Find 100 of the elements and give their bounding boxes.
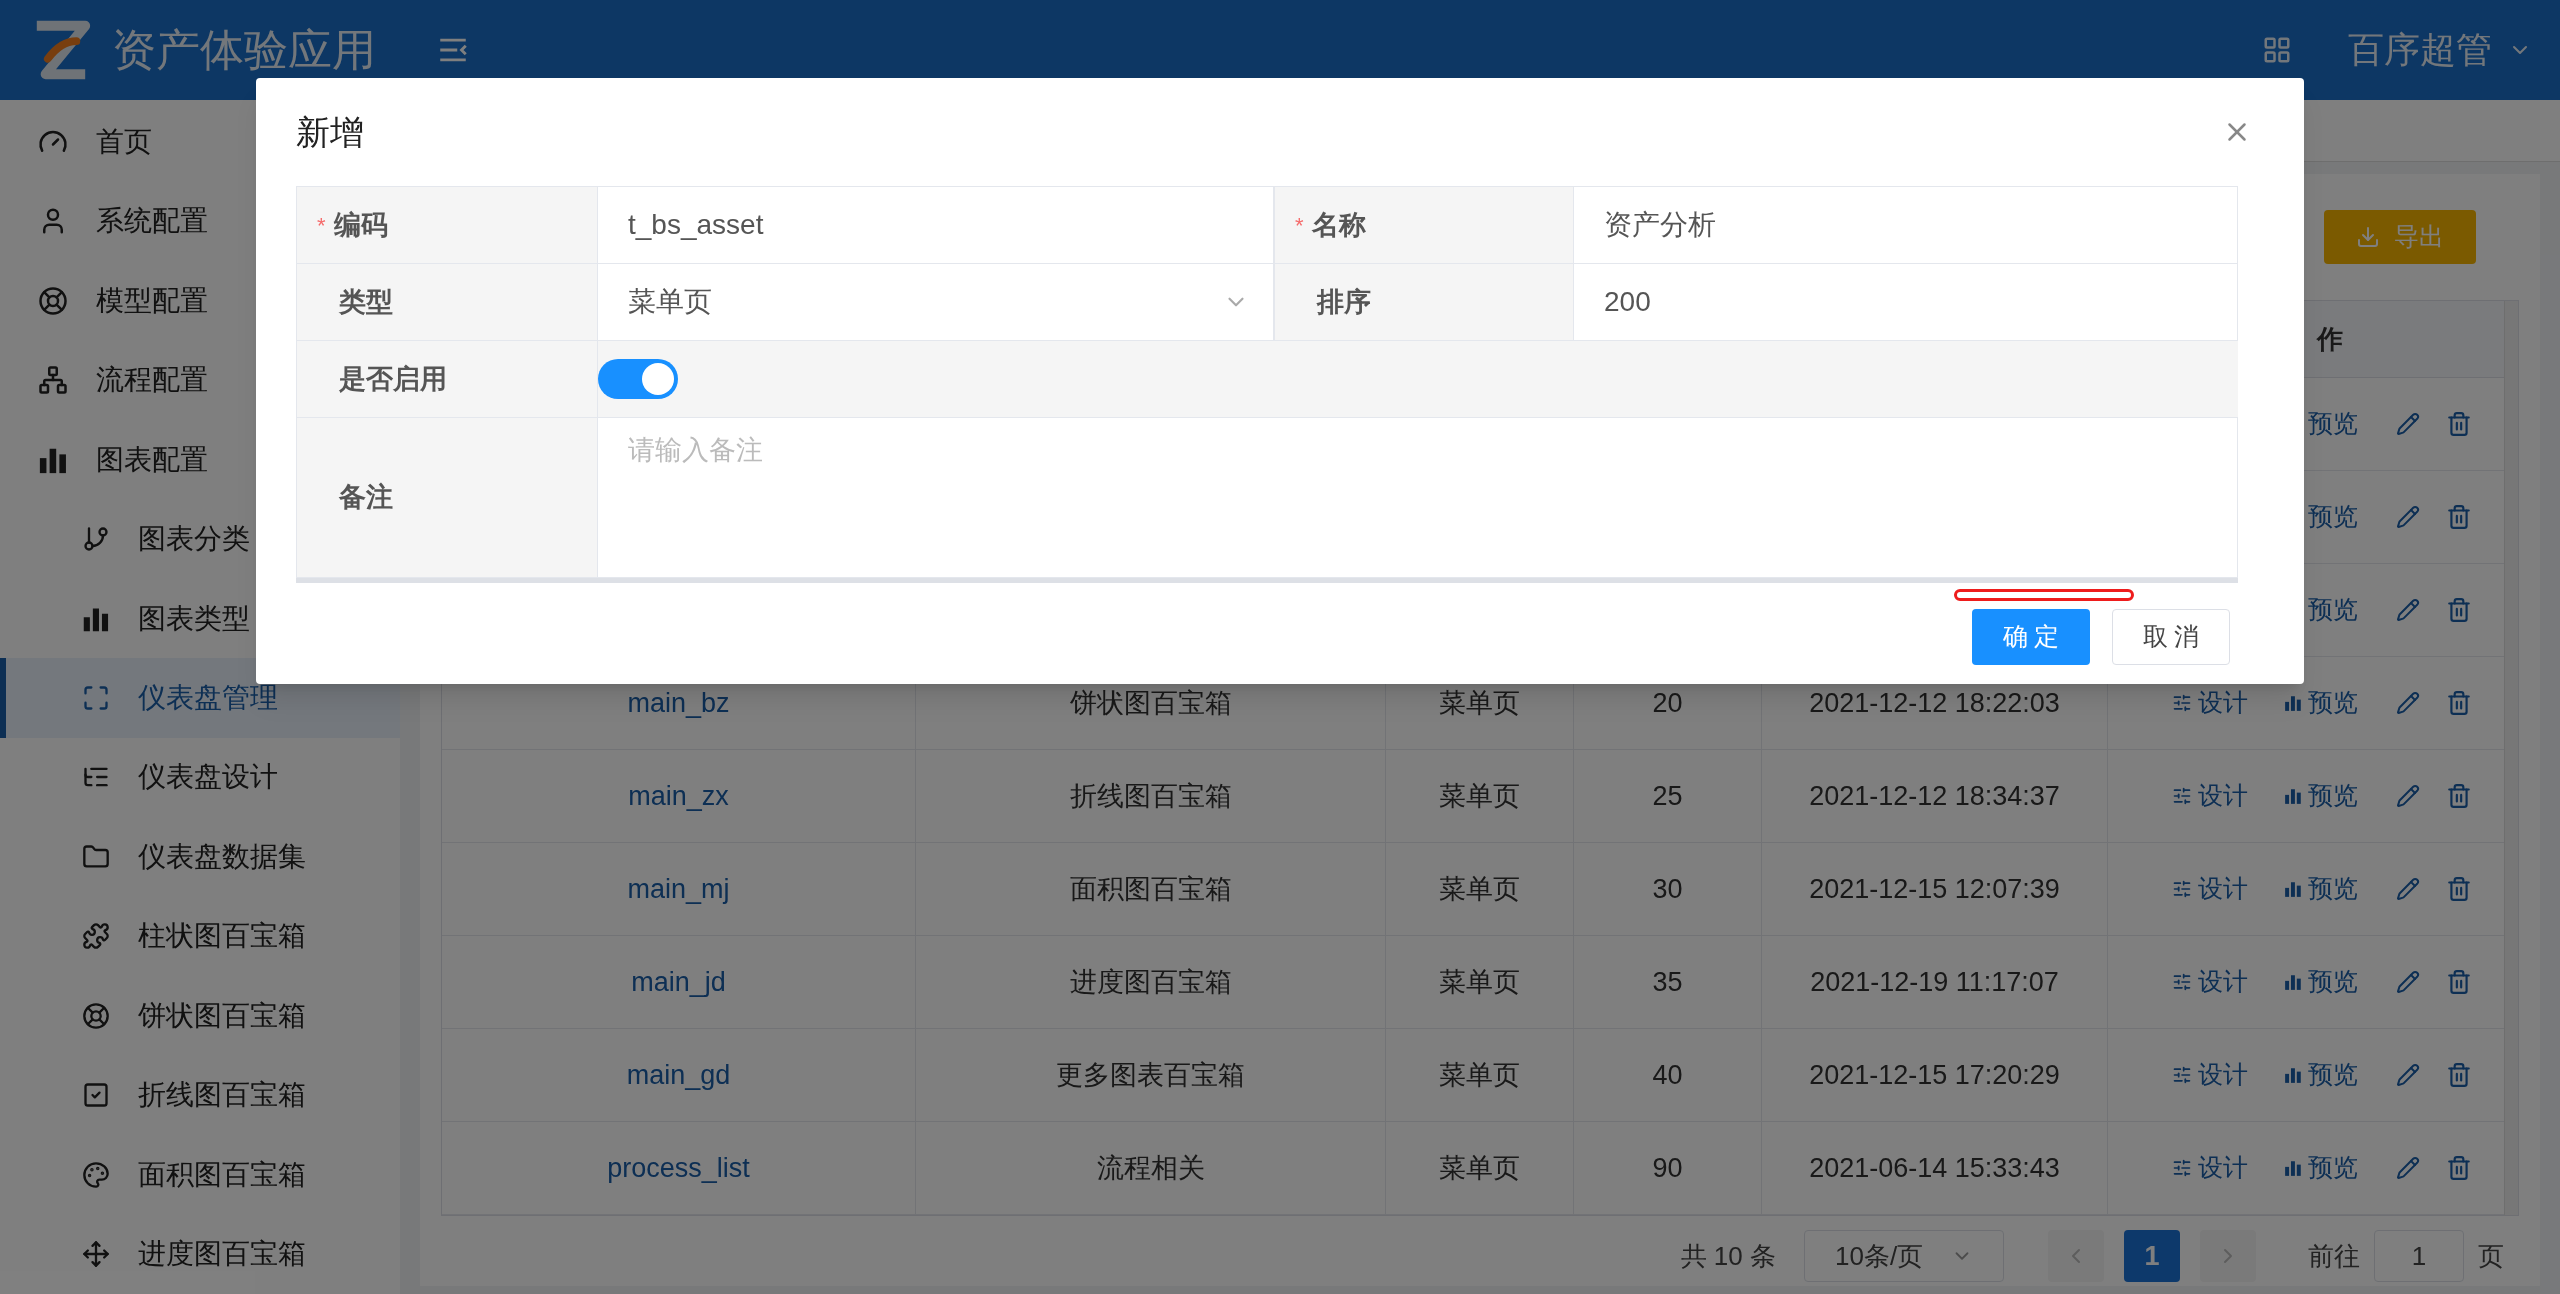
edit-icon[interactable] [2396, 784, 2420, 808]
sliders-icon [2172, 972, 2192, 992]
text-field[interactable]: t_bs_asset [598, 187, 1274, 264]
delete-icon[interactable] [2446, 597, 2472, 623]
bar-chart-icon [2284, 1159, 2302, 1177]
table-cell-text: 2021-12-15 17:20:29 [1809, 1058, 2060, 1092]
code-link[interactable]: main_jd [631, 961, 726, 1003]
edit-icon[interactable] [2396, 970, 2420, 994]
delete-icon[interactable] [2446, 969, 2472, 995]
puzzle-icon [82, 922, 110, 951]
sliders-icon [2172, 693, 2192, 713]
field-label: 类型 [339, 285, 393, 319]
bar-chart-icon [2284, 694, 2302, 712]
cancel-button[interactable]: 取 消 [2112, 609, 2230, 665]
table-cell-text: 2021-12-12 18:22:03 [1809, 686, 2060, 720]
preview-link[interactable]: 预览 [2284, 870, 2368, 908]
bar-chart-icon [2284, 880, 2302, 898]
code-link[interactable]: process_list [607, 1147, 750, 1189]
field-label: 编码 [333, 208, 388, 242]
design-link[interactable]: 设计 [2172, 870, 2248, 908]
code-link[interactable]: main_zx [628, 775, 729, 817]
table-cell-text: 2021-12-19 11:17:07 [1810, 965, 2059, 999]
bar-chart-icon [2284, 787, 2302, 805]
folder-icon [82, 842, 110, 871]
sliders-icon [2172, 879, 2192, 899]
page-button[interactable]: 1 [2124, 1230, 2180, 1282]
table-cell-text: 2021-12-12 18:34:37 [1809, 779, 2060, 813]
ring-icon [82, 1001, 110, 1030]
page-suffix: 页 [2478, 1239, 2504, 1273]
field-label: 名称 [1311, 208, 1366, 242]
code-link[interactable]: main_bz [627, 682, 730, 724]
preview-link[interactable]: 预览 [2284, 1056, 2368, 1094]
page-size-select[interactable]: 10条/页 [1804, 1230, 2004, 1282]
field-label: 备注 [339, 481, 393, 515]
table-cell-text: 更多图表百宝箱 [1056, 1058, 1245, 1092]
remark-field[interactable]: 请输入备注 [598, 418, 2238, 578]
goto-page-field[interactable]: 1 [2374, 1230, 2464, 1282]
edit-icon[interactable] [2396, 1156, 2420, 1180]
preview-link[interactable]: 预览 [2284, 1149, 2368, 1187]
sidebar-item[interactable]: 柱状图百宝箱 [0, 896, 400, 977]
delete-icon[interactable] [2446, 783, 2472, 809]
delete-icon[interactable] [2446, 690, 2472, 716]
hierarchy-icon [38, 365, 68, 396]
design-link[interactable]: 设计 [2172, 777, 2248, 815]
design-link[interactable]: 设计 [2172, 1056, 2248, 1094]
delete-icon[interactable] [2446, 876, 2472, 902]
edit-icon[interactable] [2396, 877, 2420, 901]
confirm-button[interactable]: 确 定 [1972, 609, 2090, 665]
delete-icon[interactable] [2446, 411, 2472, 437]
edit-icon[interactable] [2396, 691, 2420, 715]
table-cell-text: 菜单页 [1439, 779, 1520, 813]
checkbox-icon [82, 1081, 110, 1110]
sliders-icon [2172, 1158, 2192, 1178]
table-cell-text: 25 [1652, 779, 1683, 813]
edit-icon[interactable] [2396, 505, 2420, 529]
table-cell-text: 20 [1652, 686, 1683, 720]
sidebar-item[interactable]: 饼状图百宝箱 [0, 976, 400, 1056]
ring-icon [38, 285, 68, 316]
expand-icon [82, 684, 110, 712]
delete-icon[interactable] [2446, 504, 2472, 530]
table-cell-text: 菜单页 [1439, 1151, 1520, 1185]
text-field[interactable]: 资产分析 [1574, 187, 2238, 264]
sidebar-item[interactable]: 折线图百宝箱 [0, 1055, 400, 1136]
design-link[interactable]: 设计 [2172, 684, 2248, 722]
toggle-switch[interactable] [598, 359, 678, 399]
table-cell-text: 菜单页 [1439, 686, 1520, 720]
user-menu[interactable]: 百序超管 [2348, 23, 2532, 77]
sidebar-item[interactable]: 进度图百宝箱 [0, 1214, 400, 1294]
edit-icon[interactable] [2396, 1063, 2420, 1087]
table-cell-text: 40 [1652, 1058, 1683, 1092]
code-link[interactable]: main_gd [626, 1054, 731, 1096]
download-icon [2356, 225, 2380, 249]
sidebar-item[interactable]: 仪表盘数据集 [0, 817, 400, 897]
preview-link[interactable]: 预览 [2284, 963, 2368, 1001]
field-label: 是否启用 [339, 362, 447, 396]
select-field[interactable]: 菜单页 [598, 264, 1274, 341]
branch-icon [82, 525, 110, 554]
text-field[interactable]: 200 [1574, 264, 2238, 341]
sidebar-item[interactable]: 图表类型 [0, 578, 400, 659]
sliders-icon [2172, 786, 2192, 806]
design-link[interactable]: 设计 [2172, 1149, 2248, 1187]
palette-icon [82, 1160, 110, 1189]
delete-icon[interactable] [2446, 1062, 2472, 1088]
delete-icon[interactable] [2446, 1155, 2472, 1181]
grid-icon[interactable] [2262, 35, 2292, 65]
app-title: 资产体验应用 [112, 24, 376, 76]
edit-icon[interactable] [2396, 412, 2420, 436]
edit-icon[interactable] [2396, 598, 2420, 622]
table-cell-text: 菜单页 [1439, 872, 1520, 906]
table-cell-text: 菜单页 [1439, 965, 1520, 999]
sidebar-item[interactable]: 面积图百宝箱 [0, 1135, 400, 1215]
table-cell-text: 35 [1652, 965, 1683, 999]
preview-link[interactable]: 预览 [2284, 777, 2368, 815]
dialog-title: 新增 [296, 111, 364, 153]
code-link[interactable]: main_mj [627, 868, 730, 910]
design-link[interactable]: 设计 [2172, 963, 2248, 1001]
table-cell-text: 30 [1652, 872, 1683, 906]
table-cell-text: 90 [1652, 1151, 1683, 1185]
preview-link[interactable]: 预览 [2284, 684, 2368, 722]
table-cell-text: 2021-06-14 15:33:43 [1809, 1151, 2060, 1185]
